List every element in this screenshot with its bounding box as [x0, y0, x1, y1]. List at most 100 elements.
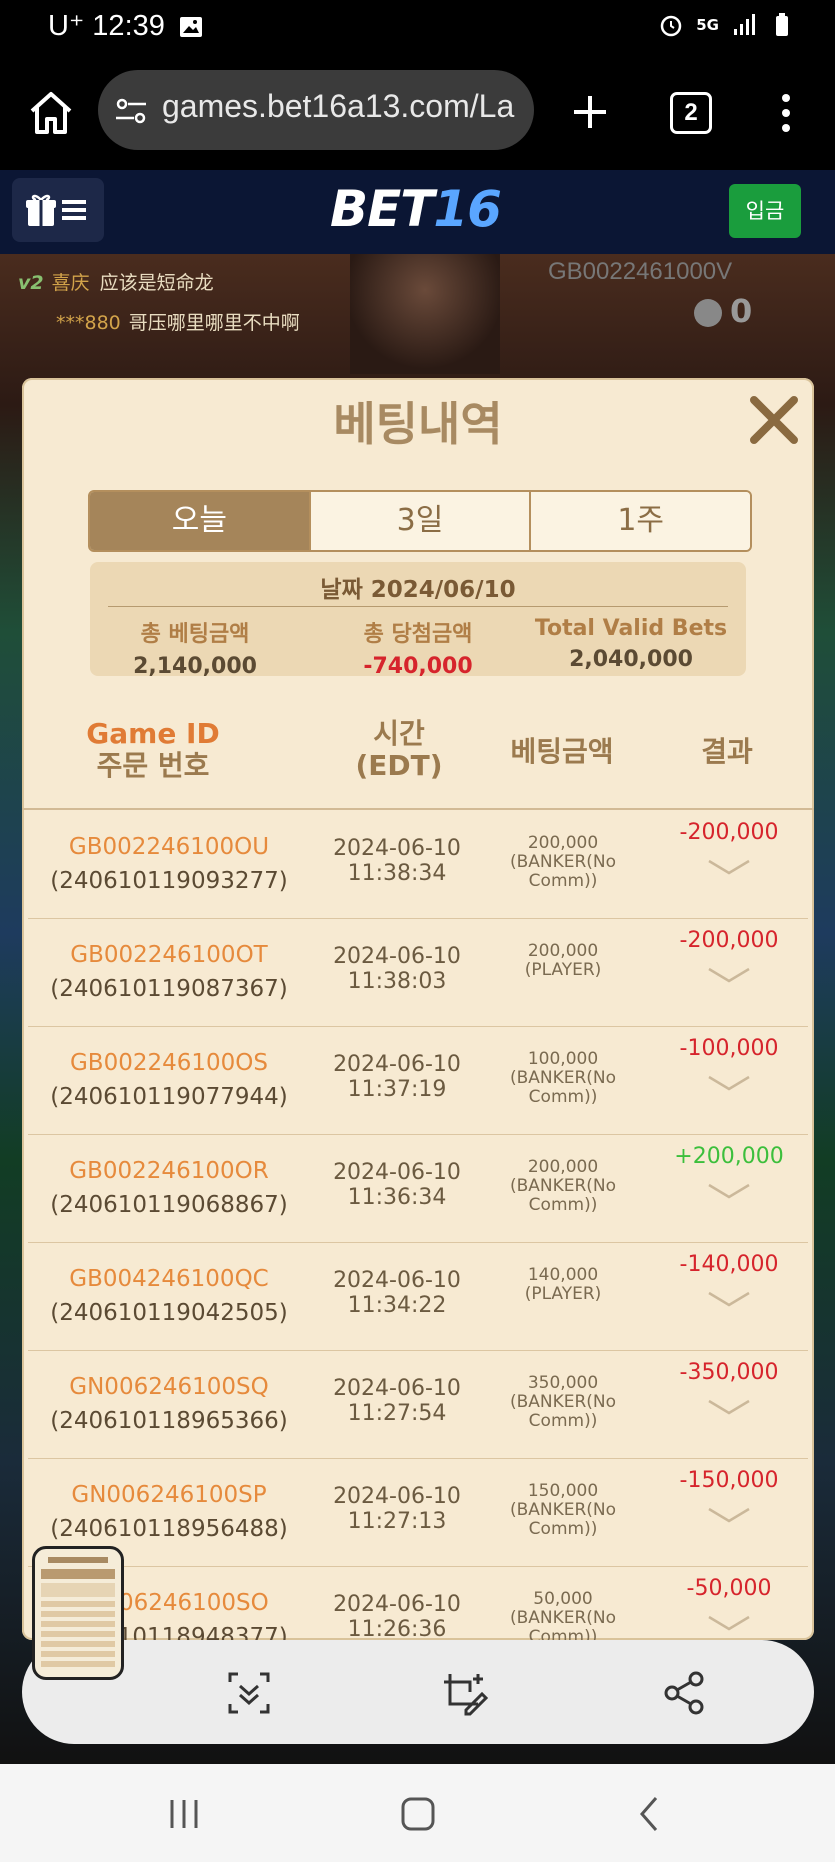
tab-1week[interactable]: 1주 [529, 492, 750, 550]
bet-amount-cell: 50,000 (BANKER(No Comm)) [478, 1589, 648, 1641]
summary-panel: 날짜 2024/06/10 총 베팅금액 2,140,000 총 당첨금액 -7… [90, 562, 746, 679]
game-id-cell: GB002246100OR (240610119068867) [28, 1154, 310, 1222]
close-icon[interactable] [746, 392, 802, 448]
table-row[interactable]: GN006246100SO (240610118948377) 2024-06-10… [28, 1566, 808, 1640]
bet-time: 11:27:54 [347, 1401, 447, 1426]
game-id: GB002246100OU [68, 834, 270, 860]
game-id-cell: GN006246100SQ (240610118965366) [28, 1370, 310, 1438]
chevron-down-icon[interactable] [707, 967, 751, 983]
result-cell: -140,000 [650, 1252, 808, 1307]
bet-time: 11:37:19 [347, 1077, 447, 1102]
col-bet-amount: 베팅금액 [510, 735, 614, 768]
bet-type: (BANKER(No Comm)) [509, 852, 617, 891]
table-header: Game ID 주문 번호 시간 (EDT) 베팅금액 결과 [22, 708, 814, 810]
status-bar: U⁺ 12:39 5G [0, 0, 835, 56]
network-type: 5G [696, 16, 719, 34]
game-id: GB004246100QC [69, 1266, 269, 1292]
game-id: GB002246100OR [69, 1158, 269, 1184]
chevron-down-icon[interactable] [707, 1615, 751, 1631]
bet-date: 2024-06-10 [333, 1052, 461, 1077]
game-id-cell: GN006246100SP (240610118956488) [28, 1478, 310, 1546]
game-id: GN006246100SQ [69, 1374, 269, 1400]
bet-time: 11:34:22 [347, 1293, 447, 1318]
bet-amount: 50,000 [533, 1589, 593, 1609]
scroll-capture-icon[interactable] [226, 1670, 272, 1716]
battery-icon [776, 13, 788, 36]
bet-amount: 200,000 [527, 1157, 599, 1177]
gift-icon [26, 194, 86, 226]
tab-switcher-button[interactable]: 2 [670, 92, 712, 134]
back-icon[interactable] [630, 1794, 670, 1834]
dealer-video [350, 254, 500, 374]
chevron-down-icon[interactable] [707, 859, 751, 875]
game-id: GB002246100OS [69, 1050, 268, 1076]
bet-date: 2024-06-10 [333, 836, 461, 861]
chevron-down-icon[interactable] [707, 1075, 751, 1091]
col-game-id: Game ID 주문 번호 [86, 717, 220, 782]
period-tabs: 오늘 3일 1주 [88, 490, 752, 552]
screenshot-thumbnail[interactable] [32, 1546, 124, 1680]
table-row[interactable]: GB002246100OR (240610119068867) 2024-06-10… [28, 1134, 808, 1243]
bet-amount-cell: 350,000 (BANKER(No Comm)) [478, 1374, 648, 1431]
more-vert-icon[interactable] [776, 90, 796, 136]
result-cell: -150,000 [650, 1468, 808, 1523]
gift-menu-button[interactable] [12, 178, 104, 242]
time-cell: 2024-06-10 11:38:34 [312, 836, 482, 886]
bet-amount-cell: 200,000 (BANKER(No Comm)) [478, 1158, 648, 1215]
address-bar[interactable]: games.bet16a13.com/La [98, 70, 534, 150]
site-logo[interactable]: BET16 [330, 180, 502, 238]
recents-icon[interactable] [164, 1794, 204, 1834]
order-number: (240610119077944) [50, 1084, 288, 1110]
total-win: 총 당첨금액 -740,000 [363, 622, 473, 679]
order-number: (240610118956488) [50, 1516, 288, 1542]
betting-history-dialog: 베팅내역 오늘 3일 1주 날짜 2024/06/10 총 베팅금액 2,140… [22, 378, 814, 1640]
table-id: GB0022461000V [548, 258, 733, 285]
result-cell: -200,000 [650, 820, 808, 875]
order-number: (240610119042505) [50, 1300, 288, 1326]
bet-type: (BANKER(No Comm)) [509, 1176, 617, 1215]
bet-amount-cell: 150,000 (BANKER(No Comm)) [478, 1482, 648, 1539]
site-header: BET16 입금 [0, 170, 835, 254]
coin-icon [694, 299, 722, 327]
tab-today[interactable]: 오늘 [90, 492, 309, 550]
bet-amount: 150,000 [527, 1481, 599, 1501]
edit-crop-icon[interactable] [442, 1670, 488, 1716]
chevron-down-icon[interactable] [707, 1183, 751, 1199]
site-settings-icon[interactable] [114, 94, 148, 128]
bet-time: 11:36:34 [347, 1185, 447, 1210]
share-icon[interactable] [662, 1670, 708, 1716]
result-value: +200,000 [674, 1144, 784, 1169]
result-cell: -100,000 [650, 1036, 808, 1091]
bet-amount-cell: 100,000 (BANKER(No Comm)) [478, 1050, 648, 1107]
chevron-down-icon[interactable] [707, 1399, 751, 1415]
bet-amount-cell: 200,000 (PLAYER) [478, 942, 648, 980]
table-row[interactable]: GB002246100OU (240610119093277) 2024-06-10… [28, 810, 808, 919]
table-row[interactable]: GN006246100SQ (240610118965366) 2024-06-10… [28, 1350, 808, 1459]
bet-amount: 200,000 [527, 833, 599, 853]
game-id-cell: GB002246100OU (240610119093277) [28, 830, 310, 898]
bet-time: 11:38:03 [347, 969, 447, 994]
table-row[interactable]: GN006246100SP (240610118956488) 2024-06-10… [28, 1458, 808, 1567]
deposit-button[interactable]: 입금 [729, 184, 801, 238]
bet-type: (BANKER(No Comm)) [509, 1392, 617, 1431]
order-number: (240610118965366) [50, 1408, 288, 1434]
table-row[interactable]: GB002246100OT (240610119087367) 2024-06-10… [28, 918, 808, 1027]
bet-time: 11:38:34 [347, 861, 447, 886]
chat-message: ***880 哥压哪里哪里不中啊 [56, 312, 300, 334]
home-nav-icon[interactable] [398, 1794, 438, 1834]
chevron-down-icon[interactable] [707, 1507, 751, 1523]
chevron-down-icon[interactable] [707, 1291, 751, 1307]
result-cell: -350,000 [650, 1360, 808, 1415]
tab-3days[interactable]: 3일 [308, 492, 530, 550]
table-row[interactable]: GB004246100QC (240610119042505) 2024-06-10… [28, 1242, 808, 1351]
game-id-cell: GB002246100OT (240610119087367) [28, 938, 310, 1006]
result-value: -200,000 [679, 928, 779, 953]
new-tab-icon[interactable] [568, 90, 612, 134]
signal-icon [734, 14, 755, 35]
home-icon[interactable] [26, 89, 76, 137]
bet-amount-cell: 140,000 (PLAYER) [478, 1266, 648, 1304]
bet-date: 2024-06-10 [333, 1376, 461, 1401]
col-result: 결과 [701, 735, 753, 768]
table-row[interactable]: GB002246100OS (240610119077944) 2024-06-10… [28, 1026, 808, 1135]
order-number: (240610119068867) [50, 1192, 288, 1218]
